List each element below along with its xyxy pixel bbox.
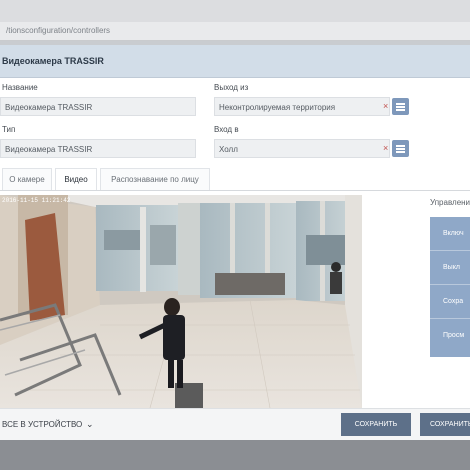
type-field[interactable]: Видеокамера TRASSIR: [0, 139, 196, 158]
entry-value: Холл: [219, 145, 238, 154]
disable-button[interactable]: Выкл: [430, 251, 470, 285]
entry-field[interactable]: Холл ×: [214, 139, 390, 158]
exit-field[interactable]: Неконтролируемая территория ×: [214, 97, 390, 116]
dialog-header: Видеокамера TRASSIR: [0, 45, 470, 78]
chevron-down-icon[interactable]: ⌄: [86, 419, 94, 430]
tab-video[interactable]: Видео: [55, 168, 97, 190]
device-dropdown[interactable]: ВСЕ В УСТРОЙСТВО: [2, 420, 82, 429]
save-and-close-button[interactable]: СОХРАНИТЬ И ЗАКРЫТЬ: [420, 413, 470, 436]
entry-list-button[interactable]: [392, 140, 409, 157]
name-value: Видеокамера TRASSIR: [5, 103, 93, 112]
name-field[interactable]: Видеокамера TRASSIR: [0, 97, 196, 116]
tab-face-recognition[interactable]: Распознавание по лицу: [100, 168, 210, 190]
tab-bar: О камере Видео Распознавание по лицу: [0, 168, 470, 191]
entry-clear-icon[interactable]: ×: [383, 144, 388, 153]
view-button[interactable]: Просм: [430, 319, 470, 353]
exit-clear-icon[interactable]: ×: [383, 102, 388, 111]
enable-button[interactable]: Включ: [430, 217, 470, 251]
name-label: Название: [2, 83, 38, 92]
entry-label: Вход в: [214, 125, 239, 134]
exit-label: Выход из: [214, 83, 249, 92]
browser-top-bar: [0, 0, 470, 22]
controls-title: Управление: [430, 198, 470, 207]
video-feed[interactable]: 2016-11-15 11:21:42: [0, 195, 362, 408]
camera-image: [0, 195, 362, 408]
exit-list-button[interactable]: [392, 98, 409, 115]
dialog-title: Видеокамера TRASSIR: [2, 56, 104, 66]
video-timestamp: 2016-11-15 11:21:42: [2, 197, 71, 204]
tab-about-camera[interactable]: О камере: [2, 168, 52, 190]
save-snapshot-button[interactable]: Сохра: [430, 285, 470, 319]
controls-panel: Включ Выкл Сохра Просм: [430, 217, 470, 357]
dialog-footer: ВСЕ В УСТРОЙСТВО ⌄ СОХРАНИТЬ СОХРАНИТЬ И…: [0, 408, 470, 440]
exit-value: Неконтролируемая территория: [219, 103, 336, 112]
address-url: /tionsconfiguration/controllers: [6, 26, 111, 35]
type-value: Видеокамера TRASSIR: [5, 145, 93, 154]
page-background: [0, 440, 470, 470]
type-label: Тип: [2, 125, 16, 134]
save-button[interactable]: СОХРАНИТЬ: [341, 413, 411, 436]
camera-dialog: Видеокамера TRASSIR Название Видеокамера…: [0, 45, 470, 440]
address-bar[interactable]: /tionsconfiguration/controllers: [0, 22, 470, 41]
